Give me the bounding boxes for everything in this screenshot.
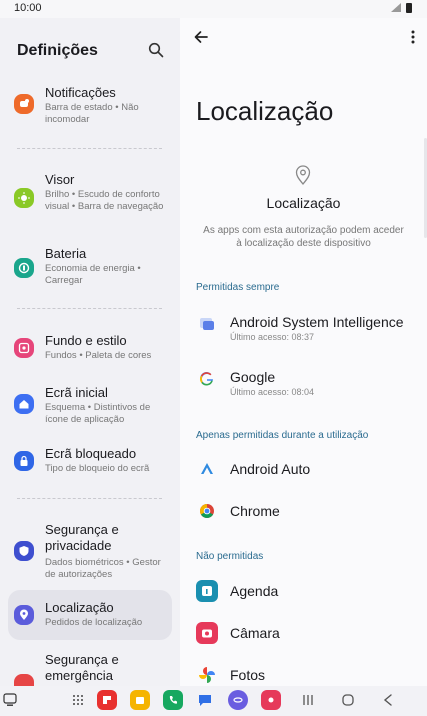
location-pin-icon (14, 605, 34, 625)
settings-item-sub: Fundos • Paleta de cores (45, 350, 152, 361)
app-row-camara[interactable]: Câmara (180, 614, 427, 654)
settings-item-label: Segurança e privacidade (45, 522, 119, 553)
settings-item-label: Segurança e emergência (45, 652, 119, 683)
settings-item-seguranca-privacidade[interactable]: Segurança e privacidade Dados biométrico… (8, 520, 172, 582)
settings-item-bateria[interactable]: Bateria Economia de energia • Carregar (8, 244, 172, 290)
divider (17, 148, 162, 149)
settings-item-seguranca-emergencia[interactable]: Segurança e emergência (8, 650, 172, 686)
section-header: Apenas permitidas durante a utilização (196, 430, 369, 441)
internet-icon[interactable] (228, 690, 248, 710)
flipboard-icon[interactable] (97, 690, 117, 710)
settings-item-visor[interactable]: Visor Brilho • Escudo de conforto visual… (8, 170, 172, 228)
settings-item-notificacoes[interactable]: Notificações Barra de estado • Não incom… (8, 81, 172, 133)
app-row-android-system-intelligence[interactable]: Android System Intelligence Último acess… (180, 304, 427, 344)
recent-screens-icon[interactable] (3, 693, 17, 707)
settings-item-ecra-inicial[interactable]: Ecrã inicial Esquema • Distintivos de íc… (8, 382, 172, 430)
shield-icon (14, 541, 34, 561)
taskbar (0, 686, 427, 716)
app-last-access: Último acesso: 08:37 (230, 332, 315, 342)
location-detail-pane: Localização Localização As apps com esta… (180, 18, 427, 686)
bell-icon (14, 94, 34, 114)
settings-item-label: Visor (45, 172, 75, 187)
more-options-icon[interactable] (411, 30, 415, 44)
settings-item-sub: Barra de estado • Não incomodar (45, 102, 139, 125)
camera-icon (196, 622, 218, 644)
asi-icon (196, 313, 218, 335)
battery-status-icon (406, 3, 412, 13)
sun-icon (14, 188, 34, 208)
section-header: Não permitidas (196, 551, 264, 562)
settings-item-label: Ecrã bloqueado (45, 446, 137, 461)
app-drawer-icon[interactable] (72, 694, 84, 706)
phone-icon[interactable] (163, 690, 183, 710)
section-header: Permitidas sempre (196, 282, 280, 293)
app-row-fotos[interactable]: Fotos (180, 656, 427, 686)
app-name: Fotos (230, 667, 266, 683)
status-time: 10:00 (14, 2, 42, 14)
settings-item-sub: Pedidos de localização (45, 617, 143, 628)
android-auto-icon (196, 458, 218, 480)
hero-title: Localização (266, 195, 341, 211)
settings-item-sub: Economia de energia • Carregar (45, 263, 141, 286)
divider (17, 498, 162, 499)
back-button-icon[interactable] (383, 694, 393, 706)
divider (17, 308, 162, 309)
chrome-icon (196, 500, 218, 522)
app-name: Agenda (230, 583, 279, 599)
location-pin-icon (295, 165, 311, 186)
settings-item-sub: Brilho • Escudo de conforto visual • Bar… (45, 189, 164, 212)
app-last-access: Último acesso: 08:04 (230, 387, 315, 397)
app-name: Google (230, 369, 276, 385)
app-name: Câmara (230, 625, 280, 641)
google-icon (196, 368, 218, 390)
image-icon (14, 338, 34, 358)
app-name: Android System Intelligence (230, 314, 404, 330)
hero-description: As apps com esta autorização podem acede… (203, 225, 404, 249)
settings-item-localizacao[interactable]: Localização Pedidos de localização (8, 590, 172, 640)
back-arrow-icon[interactable] (192, 28, 210, 46)
files-icon[interactable] (130, 690, 150, 710)
app-row-chrome[interactable]: Chrome (180, 492, 427, 532)
battery-icon (14, 258, 34, 278)
status-bar: 10:00 (0, 0, 427, 18)
settings-item-sub: Esquema • Distintivos de ícone de aplica… (45, 402, 151, 425)
settings-list-pane: Definições Notificações Barra de estado … (0, 18, 180, 686)
home-icon (14, 394, 34, 414)
calendar-icon (196, 580, 218, 602)
lock-icon (14, 451, 34, 471)
settings-item-label: Fundo e estilo (45, 333, 127, 348)
settings-title: Definições (17, 42, 98, 59)
recents-button-icon[interactable] (302, 694, 314, 706)
app-row-android-auto[interactable]: Android Auto (180, 450, 427, 490)
settings-item-label: Ecrã inicial (45, 385, 108, 400)
camera-app-icon[interactable] (261, 690, 281, 710)
settings-item-label: Bateria (45, 246, 87, 261)
app-name: Chrome (230, 503, 280, 519)
emergency-icon (14, 674, 34, 686)
home-button-icon[interactable] (342, 694, 354, 706)
settings-item-ecra-bloqueado[interactable]: Ecrã bloqueado Tipo de bloqueio do ecrã (8, 444, 172, 480)
settings-item-label: Notificações (45, 85, 116, 100)
settings-item-label: Localização (45, 600, 114, 615)
app-name: Android Auto (230, 461, 311, 477)
settings-item-fundo-estilo[interactable]: Fundo e estilo Fundos • Paleta de cores (8, 330, 172, 370)
settings-item-sub: Dados biométricos • Gestor de autorizaçõ… (45, 557, 161, 580)
search-icon[interactable] (148, 42, 164, 58)
app-row-google[interactable]: Google Último acesso: 08:04 (180, 359, 427, 399)
app-row-agenda[interactable]: Agenda (180, 572, 427, 612)
signal-icon (391, 3, 401, 12)
settings-item-sub: Tipo de bloqueio do ecrã (45, 463, 150, 474)
messages-icon[interactable] (195, 690, 215, 710)
page-title: Localização (196, 96, 334, 126)
photos-icon (196, 664, 218, 686)
